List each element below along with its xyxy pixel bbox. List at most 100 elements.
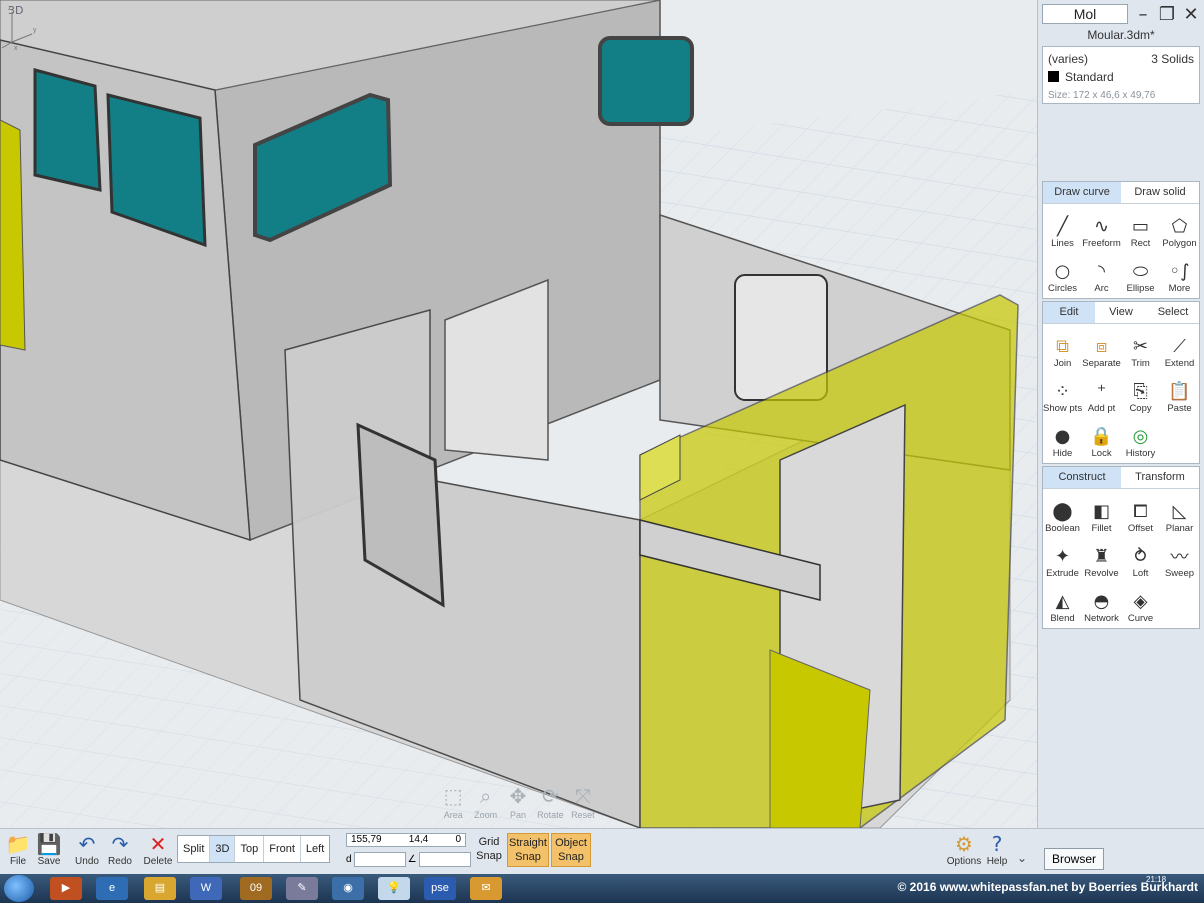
undo-button[interactable]: ↶ Undo	[69, 832, 105, 874]
ie-icon[interactable]: e	[96, 877, 128, 900]
fillet-icon: ◧	[1092, 500, 1110, 522]
redo-icon: ↷	[111, 832, 129, 856]
sweep-icon: 〰	[1170, 547, 1189, 568]
browser-button[interactable]: Browser	[1044, 848, 1104, 870]
collapse-chevron-icon[interactable]: ⌄	[1017, 851, 1027, 865]
hide-icon: ●	[1054, 425, 1071, 447]
start-button[interactable]	[4, 875, 34, 902]
freeform-tool[interactable]: ∿ Freeform	[1082, 206, 1121, 251]
side-panel: Mol – ❐ ✕ Moular.3dm* (varies) 3 Solids S…	[1038, 0, 1204, 828]
save-button[interactable]: 💾 Save	[31, 832, 67, 874]
extend-tool[interactable]: ⟋ Extend	[1160, 326, 1199, 371]
object-snap-toggle[interactable]: Object Snap	[551, 833, 591, 867]
rotate-button[interactable]: ⟳ Rotate	[535, 784, 565, 828]
help-button[interactable]: ? Help	[982, 832, 1012, 874]
close-icon[interactable]: ✕	[1182, 4, 1200, 25]
tab-left[interactable]: Left	[301, 836, 329, 862]
show-points-icon: ⁘	[1054, 380, 1071, 402]
coordinate-readout: 155,79 14,4 0 d ∠	[346, 833, 471, 867]
planar-tool[interactable]: ◺ Planar	[1160, 491, 1199, 536]
restore-icon[interactable]: ❐	[1158, 4, 1176, 25]
add-pt-tool[interactable]: ⁺ Add pt	[1082, 371, 1121, 416]
polygon-icon: ⬠	[1171, 215, 1188, 237]
mail-icon[interactable]: ✉	[470, 877, 502, 900]
tab-3d[interactable]: 3D	[210, 836, 236, 862]
svg-text:x: x	[14, 45, 18, 50]
boolean-tool[interactable]: ⬤ Boolean	[1043, 491, 1082, 536]
undo-icon: ↶	[78, 832, 96, 856]
circles-tool[interactable]: ○ Circles	[1043, 251, 1082, 296]
mode-box[interactable]: Mol	[1042, 4, 1128, 24]
curve-tool[interactable]: ◈ Curve	[1121, 581, 1160, 626]
construct-group: Construct Transform ⬤ Boolean ◧ Fillet ⧠ Of…	[1042, 466, 1200, 629]
minimize-icon[interactable]: –	[1134, 4, 1152, 25]
windows-taskbar: ▶ e ▤ W 09 ✎ ◉ 💡 pse ✉ 21:18 © 2016 www.…	[0, 874, 1204, 903]
pan-button[interactable]: ✥ Pan	[503, 784, 533, 828]
options-icon: ⚙	[955, 832, 973, 856]
paste-tool[interactable]: 📋 Paste	[1160, 371, 1199, 416]
media-icon[interactable]: ▶	[50, 877, 82, 900]
trim-tool[interactable]: ✂ Trim	[1121, 326, 1160, 371]
color-swatch	[1048, 71, 1059, 82]
tab-draw-solid[interactable]: Draw solid	[1121, 182, 1199, 203]
copyright-credit: © 2016 www.whitepassfan.net by Boerries …	[897, 880, 1199, 894]
hide-tool[interactable]: ● Hide	[1043, 416, 1082, 461]
more-tool[interactable]: ◦∫ More	[1160, 251, 1199, 296]
tab-front[interactable]: Front	[264, 836, 301, 862]
join-tool[interactable]: ⧉ Join	[1043, 326, 1082, 371]
material-row[interactable]: Standard	[1048, 70, 1114, 84]
moi-icon[interactable]: 💡	[378, 877, 410, 900]
scene-render	[0, 0, 1037, 828]
tab-split[interactable]: Split	[178, 836, 211, 862]
revolve-tool[interactable]: ♜ Revolve	[1082, 536, 1121, 581]
redo-button[interactable]: ↷ Redo	[102, 832, 138, 874]
tab-draw-curve[interactable]: Draw curve	[1043, 182, 1121, 203]
view-tabs: Split 3D Top Front Left	[177, 835, 331, 863]
paint-icon[interactable]: ✎	[286, 877, 318, 900]
network-icon[interactable]: ◉	[332, 877, 364, 900]
history-tool[interactable]: ◎ History	[1121, 416, 1160, 461]
zoom-button[interactable]: ⌕ Zoom	[470, 784, 500, 828]
extrude-tool[interactable]: ✦ Extrude	[1043, 536, 1082, 581]
offset-tool[interactable]: ⧠ Offset	[1121, 491, 1160, 536]
distance-label: d	[346, 853, 352, 865]
blend-tool[interactable]: ◭ Blend	[1043, 581, 1082, 626]
tab-transform[interactable]: Transform	[1121, 467, 1199, 488]
word-icon[interactable]: W	[190, 877, 222, 900]
angle-input[interactable]	[418, 851, 471, 867]
grid-snap-toggle[interactable]: Grid Snap	[472, 835, 506, 863]
tab-select[interactable]: Select	[1147, 302, 1199, 323]
lines-tool[interactable]: ╱ Lines	[1043, 206, 1082, 251]
explorer-icon[interactable]: ▤	[144, 877, 176, 900]
reset-button[interactable]: ⤧ Reset	[568, 784, 598, 828]
tab-view[interactable]: View	[1095, 302, 1147, 323]
layer-value[interactable]: (varies)	[1048, 52, 1088, 66]
app-2009-icon[interactable]: 09	[240, 877, 272, 900]
sweep-tool[interactable]: 〰 Sweep	[1160, 536, 1199, 581]
copy-tool[interactable]: ⎘ Copy	[1121, 371, 1160, 416]
distance-input[interactable]	[353, 851, 406, 867]
arc-tool[interactable]: ◝ Arc	[1082, 251, 1121, 296]
ellipse-tool[interactable]: ⬭ Ellipse	[1121, 251, 1160, 296]
viewport-3d[interactable]: 3D z y x ⬚ Area ⌕ Zoom ✥ Pan ⟳ Rotate ⤧ Reset	[0, 0, 1038, 828]
loft-tool[interactable]: ⥁ Loft	[1121, 536, 1160, 581]
planar-icon: ◺	[1172, 500, 1187, 522]
straight-snap-toggle[interactable]: Straight Snap	[507, 833, 549, 867]
area-zoom-button[interactable]: ⬚ Area	[438, 784, 468, 828]
paste-icon: 📋	[1168, 380, 1191, 402]
copy-icon: ⎘	[1133, 380, 1148, 402]
options-button[interactable]: ⚙ Options	[944, 832, 984, 874]
rect-tool[interactable]: ▭ Rect	[1121, 206, 1160, 251]
tab-edit[interactable]: Edit	[1043, 302, 1095, 323]
network-tool[interactable]: ◓ Network	[1082, 581, 1121, 626]
tab-construct[interactable]: Construct	[1043, 467, 1121, 488]
show-pts-tool[interactable]: ⁘ Show pts	[1043, 371, 1082, 416]
fillet-tool[interactable]: ◧ Fillet	[1082, 491, 1121, 536]
area-zoom-icon: ⬚	[443, 786, 463, 808]
pse-icon[interactable]: pse	[424, 877, 456, 900]
separate-tool[interactable]: ⧈ Separate	[1082, 326, 1121, 371]
lock-tool[interactable]: 🔒 Lock	[1082, 416, 1121, 461]
tab-top[interactable]: Top	[235, 836, 265, 862]
polygon-tool[interactable]: ⬠ Polygon	[1160, 206, 1199, 251]
delete-button[interactable]: ✕ Delete	[140, 832, 176, 874]
